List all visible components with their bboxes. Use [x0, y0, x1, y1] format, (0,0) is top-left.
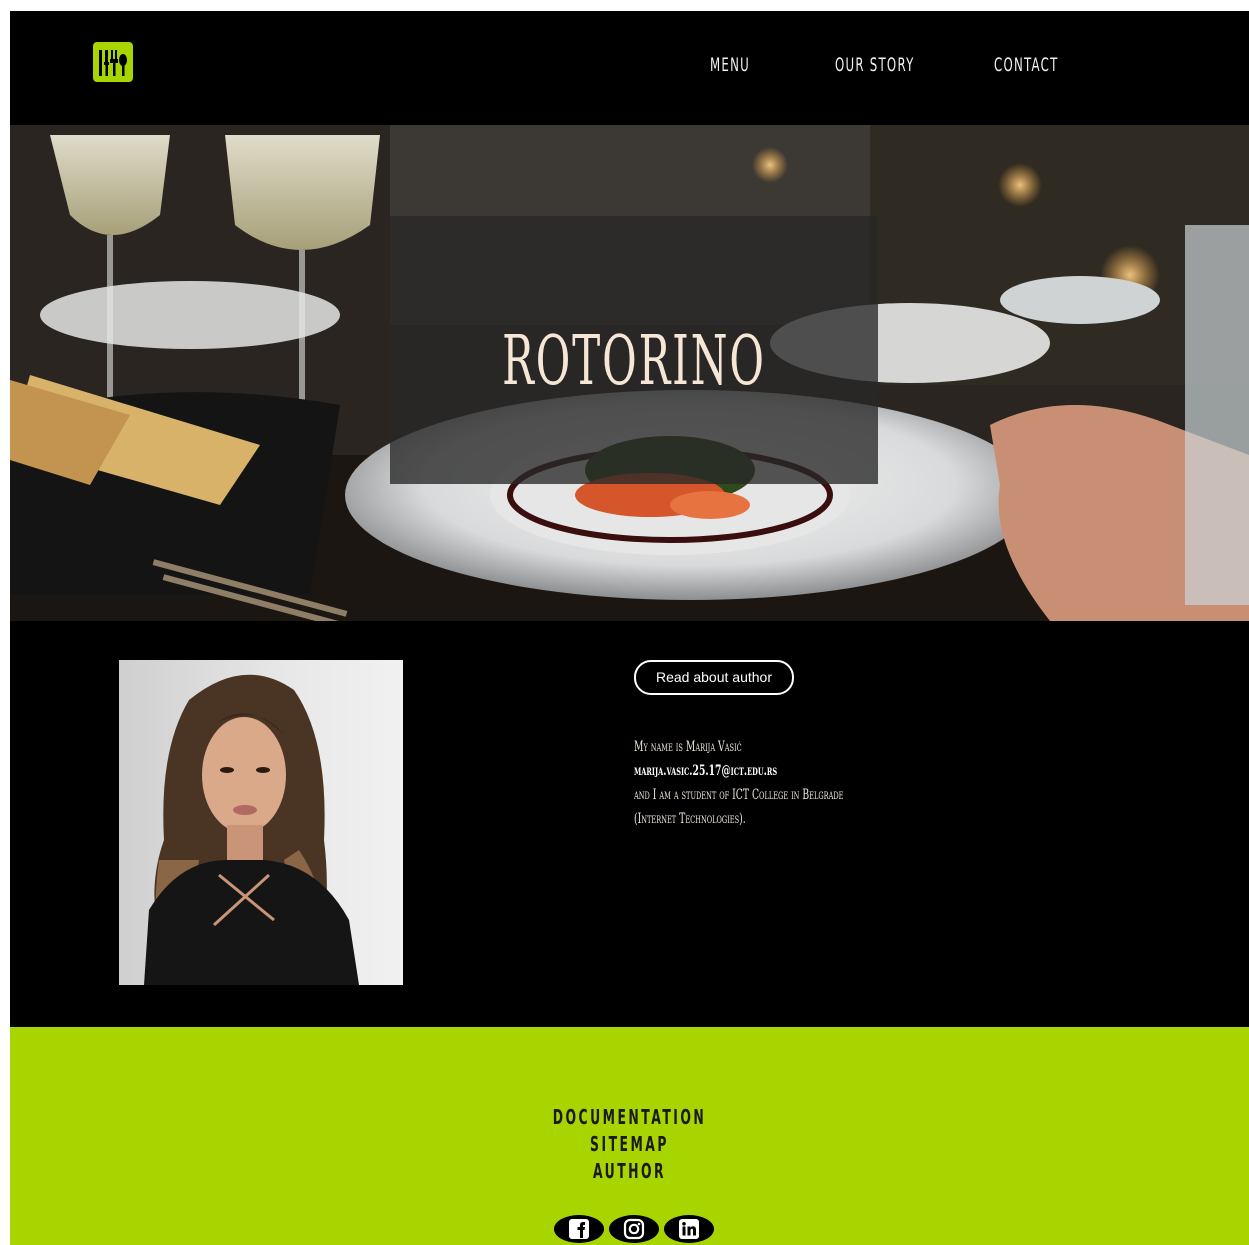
- nav-menu[interactable]: MENU: [710, 54, 750, 76]
- hero-title-box: ROTORINO: [390, 216, 878, 484]
- bio-program-line: (Internet Technologies).: [634, 811, 746, 827]
- page: MENU OUR STORY CONTACT ROTORINO Read abo…: [10, 11, 1249, 1245]
- site-footer: DOCUMENTATION SITEMAP AUTHOR: [10, 1027, 1249, 1245]
- bio-name-line: My name is Marija Vasić: [634, 739, 742, 755]
- instagram-button[interactable]: [609, 1215, 659, 1243]
- cutlery-icon: [99, 50, 127, 76]
- footer-link-documentation[interactable]: DOCUMENTATION: [245, 1105, 1013, 1129]
- footer-link-sitemap[interactable]: SITEMAP: [245, 1132, 1013, 1156]
- linkedin-icon: [679, 1219, 699, 1239]
- author-bio: My name is Marija Vasić marija.vasic.25.…: [634, 735, 1054, 831]
- footer-link-author[interactable]: AUTHOR: [245, 1159, 1013, 1183]
- hero-banner: ROTORINO: [10, 125, 1249, 621]
- bio-college-line: and I am a student of ICT College in Bel…: [634, 787, 844, 803]
- linkedin-button[interactable]: [664, 1215, 714, 1243]
- read-about-author-button[interactable]: Read about author: [634, 660, 794, 695]
- author-section: Read about author My name is Marija Vasi…: [10, 621, 1249, 1027]
- instagram-icon: [623, 1218, 645, 1240]
- facebook-icon: [569, 1219, 589, 1239]
- nav-contact[interactable]: CONTACT: [994, 54, 1059, 76]
- author-photo: [119, 660, 403, 985]
- restaurant-logo[interactable]: [93, 42, 133, 82]
- facebook-button[interactable]: [554, 1215, 604, 1243]
- author-portrait-image: [144, 674, 359, 985]
- nav-our-story[interactable]: OUR STORY: [835, 54, 915, 76]
- site-header: MENU OUR STORY CONTACT: [10, 11, 1249, 125]
- bio-email[interactable]: marija.vasic.25.17@ict.edu.rs: [634, 759, 911, 783]
- hero-title: ROTORINO: [502, 322, 766, 401]
